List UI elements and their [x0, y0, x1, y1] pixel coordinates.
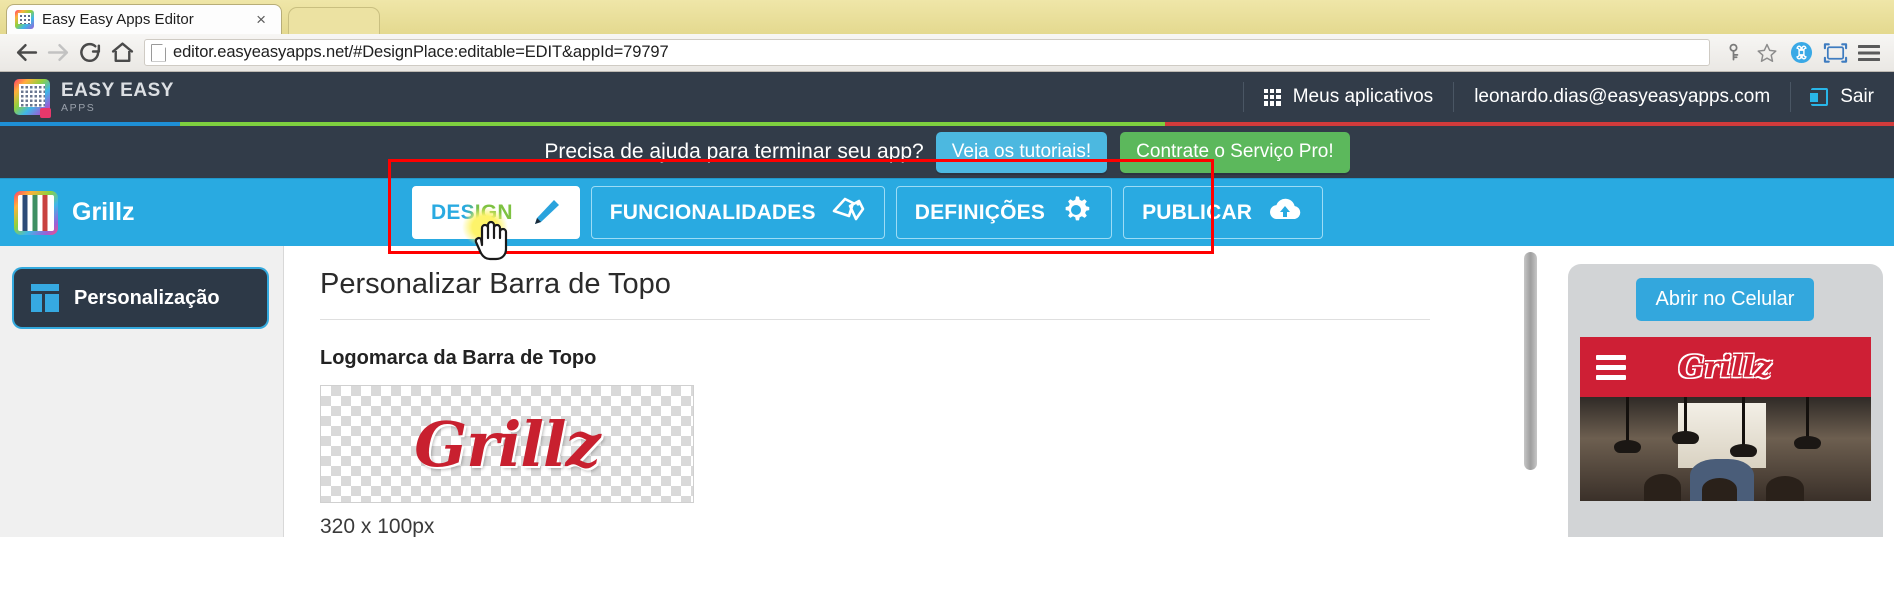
page-title: Personalizar Barra de Topo — [320, 268, 671, 300]
phone-frame: Abrir no Celular Grillz — [1567, 264, 1883, 537]
my-apps-label: Meus aplicativos — [1292, 86, 1434, 107]
grid-icon — [1263, 88, 1281, 106]
address-bar-text: editor.easyeasyapps.net/#DesignPlace:edi… — [173, 43, 669, 61]
reload-icon[interactable] — [74, 37, 106, 69]
logout-label: Sair — [1840, 86, 1874, 107]
brand: EASY EASY APPS — [14, 79, 174, 118]
app-header: EASY EASY APPS Meus aplicativos leonardo… — [0, 72, 1894, 122]
tab-funcionalidades[interactable]: FUNCIONALIDADES — [590, 186, 885, 239]
user-email[interactable]: leonardo.dias@easyeasyapps.com — [1454, 72, 1790, 122]
gear-icon — [1059, 193, 1093, 233]
tab-title: Easy Easy Apps Editor — [42, 11, 194, 28]
paintbrush-icon — [527, 198, 561, 228]
help-bar: Precisa de ajuda para terminar seu app? … — [0, 122, 1894, 178]
tab-definicoes[interactable]: DEFINIÇÕES — [895, 186, 1113, 239]
brand-line1: EASY EASY — [61, 79, 174, 101]
cloud-upload-icon — [1266, 195, 1304, 231]
sidebar: Personalização — [0, 246, 284, 537]
browser-tab[interactable]: Easy Easy Apps Editor × — [6, 4, 282, 34]
browser-tabstrip: Easy Easy Apps Editor × — [0, 0, 1894, 34]
pro-service-button[interactable]: Contrate o Serviço Pro! — [1120, 131, 1350, 173]
phone-topbar: Grillz — [1579, 337, 1871, 397]
logo-text: Grillz — [414, 407, 600, 481]
star-icon[interactable] — [1752, 39, 1782, 67]
app-icon — [14, 190, 58, 235]
app-nav: Grillz DESIGN FUNCIONALIDADES — [0, 178, 1894, 246]
logout-button[interactable]: Sair — [1791, 72, 1894, 122]
content-panel: Personalizar Barra de Topo Logomarca da … — [284, 246, 1556, 537]
home-icon[interactable] — [106, 37, 138, 69]
browser-toolbar: editor.easyeasyapps.net/#DesignPlace:edi… — [0, 34, 1894, 72]
open-on-mobile-button[interactable]: Abrir no Celular — [1635, 278, 1815, 321]
sidebar-item-personalizacao[interactable]: Personalização — [14, 269, 267, 327]
back-arrow-icon[interactable] — [10, 37, 42, 69]
easyapps-logo-icon — [14, 79, 51, 118]
tab-publicar[interactable]: PUBLICAR — [1123, 186, 1324, 239]
brand-line2: APPS — [61, 101, 96, 114]
forward-arrow-icon — [42, 37, 74, 69]
main-area: Personalização Personalizar Barra de Top… — [0, 246, 1894, 537]
tags-icon — [830, 194, 866, 232]
app-name: Grillz — [72, 198, 135, 226]
phone-hero-image — [1579, 397, 1871, 501]
app-brand: Grillz — [14, 190, 412, 235]
key-icon[interactable] — [1718, 39, 1748, 67]
page-info-icon — [151, 44, 166, 62]
logo-dimensions: 320 x 100px — [320, 515, 435, 537]
logo-preview-box[interactable]: Grillz — [320, 385, 694, 503]
tutorials-button[interactable]: Veja os tutoriais! — [935, 131, 1108, 173]
new-tab-button[interactable] — [288, 7, 380, 34]
my-apps-link[interactable]: Meus aplicativos — [1244, 72, 1453, 122]
app-nav-tabs: DESIGN FUNCIONALIDADES DEFINIÇÕES — [412, 186, 1324, 239]
browser-chrome: Easy Easy Apps Editor × editor.easyeasya… — [0, 0, 1894, 72]
menu-icon[interactable] — [1854, 39, 1884, 67]
browser-tool-icons — [1718, 39, 1884, 67]
phone-app-logo: Grillz — [1678, 349, 1772, 385]
mouse-cursor — [462, 207, 508, 261]
sidebar-item-label: Personalização — [74, 286, 220, 309]
section-label: Logomarca da Barra de Topo — [320, 347, 597, 369]
phone-preview-panel: Abrir no Celular Grillz — [1556, 246, 1894, 537]
tab-definicoes-label: DEFINIÇÕES — [914, 200, 1046, 224]
tab-funcionalidades-label: FUNCIONALIDADES — [609, 200, 816, 224]
user-email-label: leonardo.dias@easyeasyapps.com — [1474, 86, 1771, 107]
app-header-right: Meus aplicativos leonardo.dias@easyeasya… — [1242, 72, 1894, 122]
fullscreen-icon[interactable] — [1820, 39, 1850, 67]
tab-favicon-icon — [15, 10, 34, 29]
content-scrollbar[interactable] — [1523, 246, 1539, 537]
help-text: Precisa de ajuda para terminar seu app? — [544, 140, 924, 163]
scrollbar-thumb[interactable] — [1524, 252, 1537, 470]
tab-publicar-label: PUBLICAR — [1142, 200, 1253, 224]
layout-icon — [31, 284, 59, 312]
accent-stripe — [0, 122, 1894, 126]
command-badge-icon[interactable] — [1786, 39, 1816, 67]
address-bar[interactable]: editor.easyeasyapps.net/#DesignPlace:edi… — [144, 39, 1710, 66]
tab-close-icon[interactable]: × — [249, 11, 273, 28]
exit-icon — [1810, 88, 1829, 106]
divider — [320, 319, 1430, 320]
